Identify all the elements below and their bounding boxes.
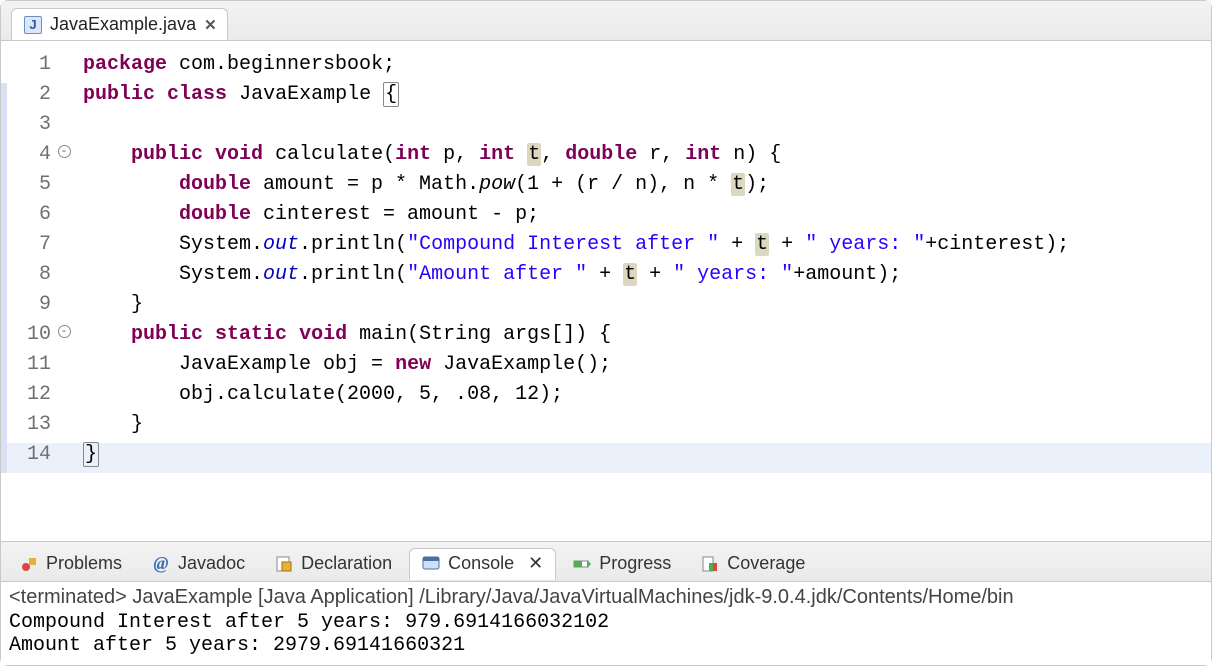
code-line[interactable]: 7 System.out.println("Compound Interest … (1, 233, 1211, 263)
line-number: 11 (7, 353, 55, 383)
line-number: 8 (7, 263, 55, 293)
declaration-icon (275, 555, 293, 573)
line-number: 1 (7, 53, 55, 83)
code-line[interactable]: 4 - public void calculate(int p, int t, … (1, 143, 1211, 173)
line-number: 9 (7, 293, 55, 323)
tab-console[interactable]: Console ✕ (409, 548, 556, 580)
close-icon[interactable]: ✕ (528, 553, 543, 574)
progress-icon (573, 555, 591, 573)
line-number: 2 (7, 83, 55, 113)
line-number: 12 (7, 383, 55, 413)
coverage-icon (701, 555, 719, 573)
line-number: 14 (7, 443, 55, 473)
code-line[interactable]: 3 (1, 113, 1211, 143)
ide-window: J JavaExample.java ✕ 1 package com.begin… (0, 0, 1212, 666)
line-number: 13 (7, 413, 55, 443)
editor-tabbar: J JavaExample.java ✕ (1, 1, 1211, 41)
code-line[interactable]: 5 double amount = p * Math.pow(1 + (r / … (1, 173, 1211, 203)
line-number: 10 (7, 323, 55, 353)
code-line[interactable]: 8 System.out.println("Amount after " + t… (1, 263, 1211, 293)
line-number: 5 (7, 173, 55, 203)
code-line[interactable]: 2 public class JavaExample { (1, 83, 1211, 113)
tab-declaration[interactable]: Declaration (262, 548, 405, 580)
java-file-icon: J (24, 16, 42, 34)
code-line[interactable]: 1 package com.beginnersbook; (1, 53, 1211, 83)
line-number: 7 (7, 233, 55, 263)
fold-toggle-icon[interactable]: - (58, 145, 71, 158)
console-icon (422, 555, 440, 573)
bottom-tabbar: Problems @ Javadoc Declaration Console ✕ (1, 542, 1211, 582)
code-line[interactable]: 11 JavaExample obj = new JavaExample(); (1, 353, 1211, 383)
javadoc-icon: @ (152, 555, 170, 573)
line-number: 6 (7, 203, 55, 233)
line-number: 4 (7, 143, 55, 173)
problems-icon (20, 555, 38, 573)
code-line[interactable]: 6 double cinterest = amount - p; (1, 203, 1211, 233)
tab-javadoc[interactable]: @ Javadoc (139, 548, 258, 580)
bottom-panel: Problems @ Javadoc Declaration Console ✕ (1, 541, 1211, 665)
console-view[interactable]: <terminated> JavaExample [Java Applicati… (1, 582, 1211, 665)
tab-progress[interactable]: Progress (560, 548, 684, 580)
code-editor[interactable]: 1 package com.beginnersbook; 2 public cl… (1, 41, 1211, 541)
fold-toggle-icon[interactable]: - (58, 325, 71, 338)
close-icon[interactable]: ✕ (204, 16, 215, 34)
code-line[interactable]: 13 } (1, 413, 1211, 443)
tab-coverage[interactable]: Coverage (688, 548, 818, 580)
console-output-line: Compound Interest after 5 years: 979.691… (9, 611, 1203, 634)
tab-problems[interactable]: Problems (7, 548, 135, 580)
code-line[interactable]: 10 - public static void main(String args… (1, 323, 1211, 353)
code-line-current[interactable]: 14 } (1, 443, 1211, 473)
code-line[interactable]: 12 obj.calculate(2000, 5, .08, 12); (1, 383, 1211, 413)
editor-tab-javaexample[interactable]: J JavaExample.java ✕ (11, 8, 228, 40)
console-status: <terminated> JavaExample [Java Applicati… (9, 586, 1203, 609)
code-line[interactable]: 9 } (1, 293, 1211, 323)
line-number: 3 (7, 113, 55, 143)
console-output-line: Amount after 5 years: 2979.69141660321 (9, 634, 1203, 657)
editor-tab-filename: JavaExample.java (50, 14, 196, 35)
